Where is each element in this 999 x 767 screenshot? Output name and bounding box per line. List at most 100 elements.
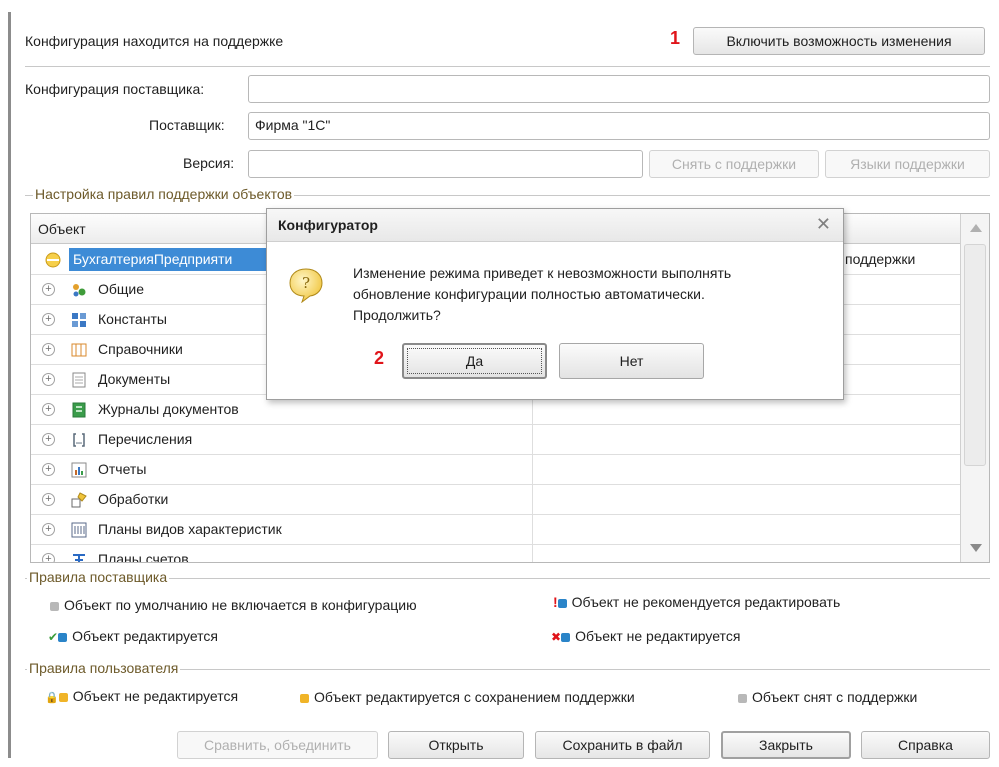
tree-row-label: Журналы документов xyxy=(98,401,239,417)
save-to-file-button[interactable]: Сохранить в файл xyxy=(535,731,710,759)
expand-icon[interactable]: + xyxy=(42,283,55,296)
legend-not-recommended: ! Объект не рекомендуется редактировать xyxy=(553,594,840,610)
cross-icon: ✖ xyxy=(551,630,562,644)
constants-icon xyxy=(72,313,86,327)
vendor-config-field[interactable] xyxy=(248,75,990,103)
marker-1: 1 xyxy=(670,28,681,48)
expand-icon[interactable]: + xyxy=(42,373,55,386)
yellow-cube-icon xyxy=(58,693,68,702)
expand-icon[interactable]: + xyxy=(42,403,55,416)
tree-row[interactable]: + Обработки xyxy=(31,485,961,515)
legend-user-editable-keep: Объект редактируется с сохранением подде… xyxy=(300,689,635,705)
yes-button[interactable]: Да xyxy=(402,343,547,379)
supplier-field[interactable]: Фирма "1С" xyxy=(248,112,990,140)
legend-text: Объект по умолчанию не включается в конф… xyxy=(64,597,417,613)
tree-vertical-scrollbar[interactable] xyxy=(960,214,989,562)
config-icon xyxy=(45,252,61,268)
enable-changes-button[interactable]: Включить возможность изменения xyxy=(693,27,985,55)
column-object-header[interactable]: Объект xyxy=(38,221,86,237)
tree-row[interactable]: + Планы счетов xyxy=(31,545,961,562)
legend-text: Объект не рекомендуется редактировать xyxy=(571,594,841,610)
column-divider xyxy=(532,545,533,562)
legend-not-editable: ✖ Объект не редактируется xyxy=(551,628,740,644)
tree-row[interactable]: + Планы видов характеристик xyxy=(31,515,961,545)
reports-icon xyxy=(71,462,87,478)
scroll-up-icon[interactable] xyxy=(970,224,982,232)
legend-text: Объект не редактируется xyxy=(72,688,239,704)
version-label: Версия: xyxy=(183,155,235,171)
no-button[interactable]: Нет xyxy=(559,343,704,379)
legend-text: Объект снят с поддержки xyxy=(752,689,918,705)
tree-row-label: БухгалтерияПредприяти xyxy=(73,251,233,267)
user-rules-title: Правила пользователя xyxy=(27,660,181,676)
tree-row-label: Обработки xyxy=(98,491,169,507)
column-divider xyxy=(532,425,533,455)
lock-icon: 🔒 xyxy=(45,692,59,704)
expand-icon[interactable]: + xyxy=(42,343,55,356)
support-status-text: Конфигурация находится на поддержке xyxy=(25,33,284,49)
open-button[interactable]: Открыть xyxy=(388,731,524,759)
dialog-message-line: Изменение режима приведет к невозможност… xyxy=(353,265,732,281)
tree-row[interactable]: + Отчеты xyxy=(31,455,961,485)
dialog-message-line: Продолжить? xyxy=(353,307,441,323)
scroll-down-icon[interactable] xyxy=(970,544,982,552)
expand-icon[interactable]: + xyxy=(42,553,55,562)
tree-row-label: Планы видов характеристик xyxy=(98,521,282,537)
expand-icon[interactable]: + xyxy=(42,463,55,476)
remove-support-button[interactable]: Снять с поддержки xyxy=(649,150,819,178)
dialog-title: Конфигуратор xyxy=(278,217,378,233)
compare-merge-button[interactable]: Сравнить, объединить xyxy=(177,731,378,759)
support-languages-button[interactable]: Языки поддержки xyxy=(825,150,990,178)
common-icon xyxy=(73,284,86,297)
legend-text: Объект редактируется с сохранением подде… xyxy=(314,689,635,705)
legend-text: Объект редактируется xyxy=(72,628,218,644)
documents-icon xyxy=(72,372,86,388)
expand-icon[interactable]: + xyxy=(42,493,55,506)
gray-cube-icon xyxy=(50,602,59,611)
yellow-cube-icon xyxy=(300,694,309,703)
column-divider xyxy=(532,515,533,545)
tree-row-label: Справочники xyxy=(98,341,183,357)
legend-editable: ✔ Объект редактируется xyxy=(48,628,218,644)
blue-cube-icon xyxy=(561,633,571,642)
marker-2: 2 xyxy=(374,348,385,368)
dialog-titlebar: Конфигуратор ✕ xyxy=(267,209,843,242)
legend-user-not-editable: 🔒 Объект не редактируется xyxy=(45,688,238,704)
supplier-rules-line xyxy=(25,578,990,579)
close-icon[interactable]: ✕ xyxy=(816,214,831,235)
tree-row-label: Перечисления xyxy=(98,431,193,447)
enums-icon xyxy=(73,433,85,447)
tree-row-label: Документы xyxy=(98,371,171,387)
legend-not-included: Объект по умолчанию не включается в конф… xyxy=(50,597,417,613)
check-icon: ✔ xyxy=(48,630,59,644)
tree-row[interactable]: + Перечисления xyxy=(31,425,961,455)
vendor-config-label: Конфигурация поставщика: xyxy=(25,81,205,97)
header-divider xyxy=(25,66,990,67)
tree-row-label: Константы xyxy=(98,311,167,327)
exclamation-icon: ! xyxy=(553,594,558,610)
legend-user-removed: Объект снят с поддержки xyxy=(738,689,917,705)
characteristics-icon xyxy=(71,522,87,538)
window-left-border xyxy=(8,12,11,758)
catalogs-icon xyxy=(71,343,87,357)
expand-icon[interactable]: + xyxy=(42,523,55,536)
svg-text:?: ? xyxy=(302,274,310,292)
tree-row-label: Отчеты xyxy=(98,461,147,477)
supplier-rules-title: Правила поставщика xyxy=(27,569,170,585)
dialog-message-line: обновление конфигурации полностью автома… xyxy=(353,286,705,302)
help-button[interactable]: Справка xyxy=(861,731,990,759)
question-icon: ? xyxy=(289,268,323,303)
scroll-thumb[interactable] xyxy=(964,244,986,466)
blue-cube-icon xyxy=(58,633,68,642)
confirm-dialog: Конфигуратор ✕ ? Изменение режима привед… xyxy=(266,208,844,400)
expand-icon[interactable]: + xyxy=(42,433,55,446)
processings-icon xyxy=(71,492,87,508)
expand-icon[interactable]: + xyxy=(42,313,55,326)
version-field[interactable] xyxy=(248,150,643,178)
supplier-label: Поставщик: xyxy=(149,117,225,133)
rules-group-title: Настройка правил поддержки объектов xyxy=(33,186,295,202)
accounts-icon xyxy=(73,554,85,562)
column-divider xyxy=(532,485,533,515)
close-button[interactable]: Закрыть xyxy=(721,731,851,759)
tree-row-rule: поддержки xyxy=(845,251,916,267)
